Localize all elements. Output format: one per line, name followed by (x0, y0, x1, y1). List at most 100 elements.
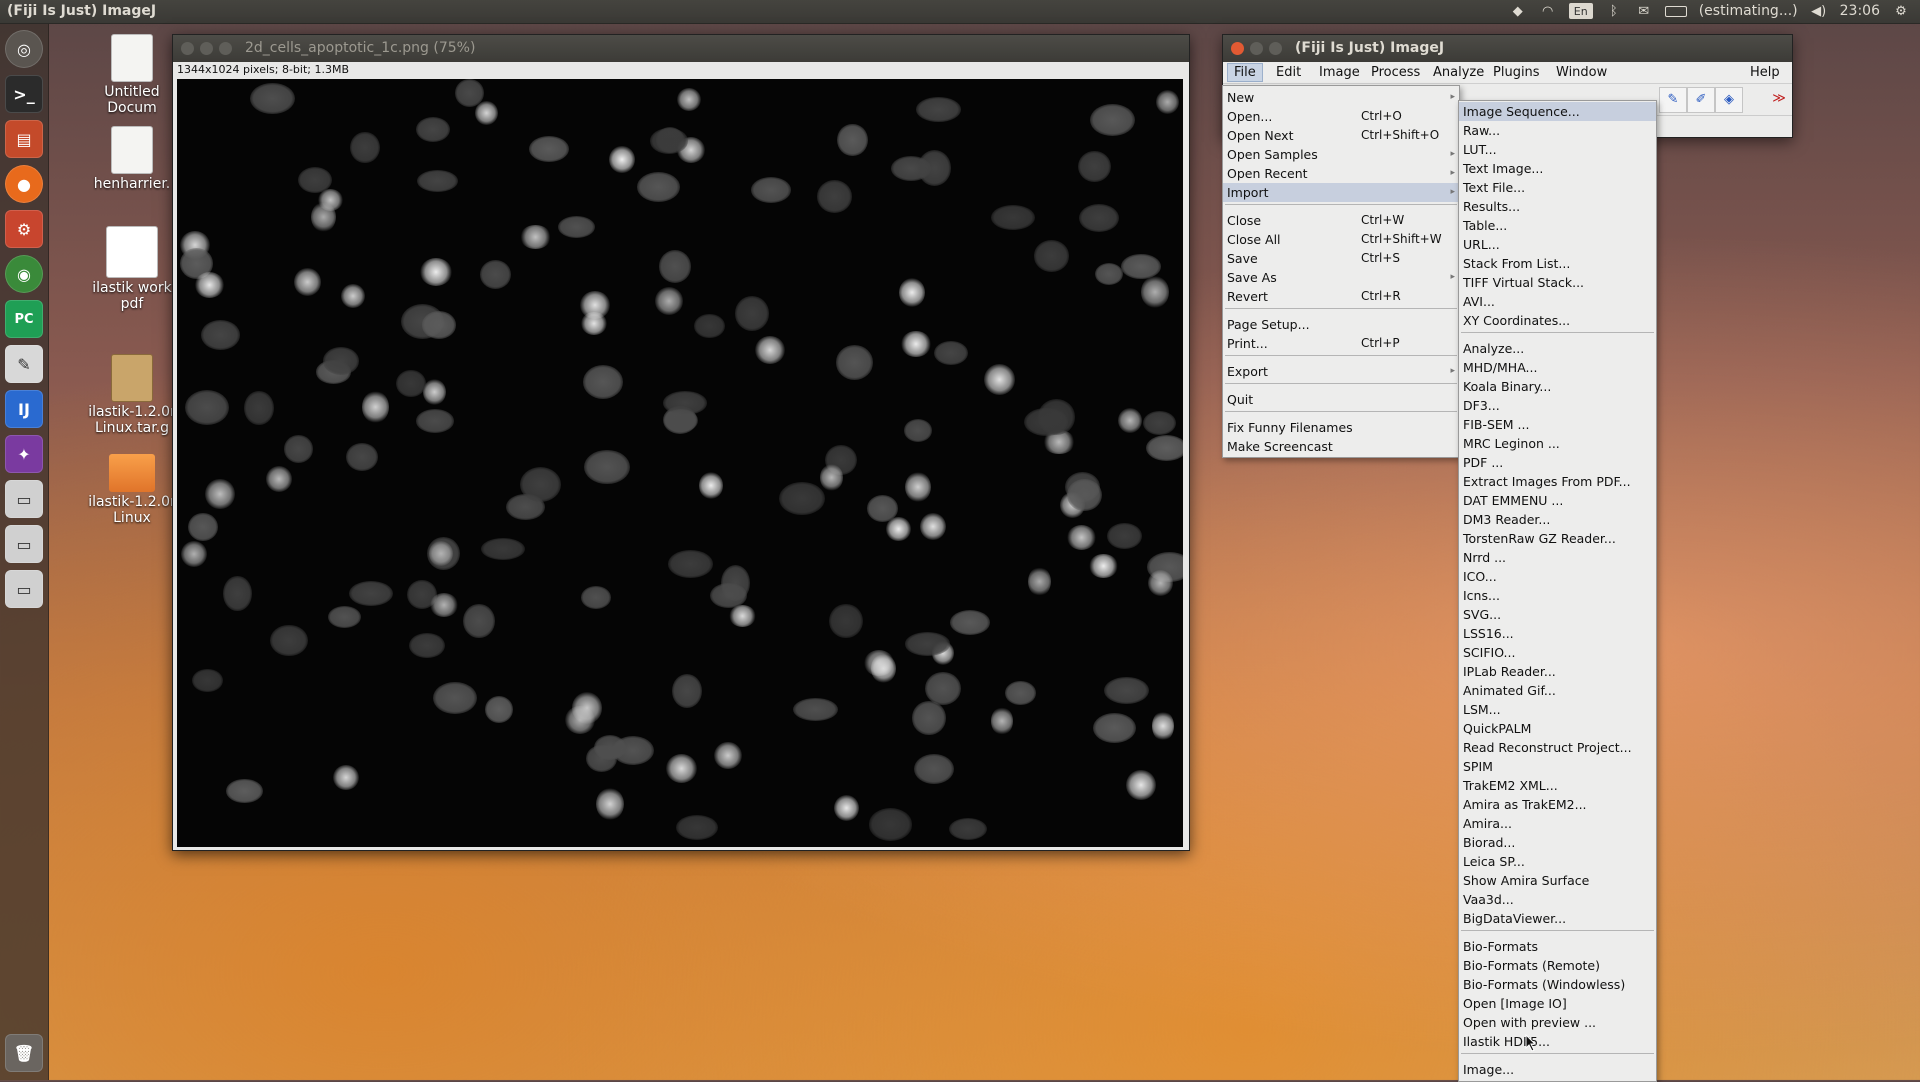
import-menu-item[interactable]: Text File... (1459, 178, 1656, 197)
import-menu-item[interactable]: DM3 Reader... (1459, 510, 1656, 529)
import-menu-item[interactable]: SPIM (1459, 757, 1656, 776)
mail-icon[interactable]: ✉ (1635, 3, 1653, 19)
trash-icon[interactable]: 🗑 (5, 1034, 43, 1072)
import-menu-item[interactable]: Ilastik HDF5... (1459, 1032, 1656, 1051)
import-menu-item[interactable]: SCIFIO... (1459, 643, 1656, 662)
image-canvas[interactable] (177, 79, 1183, 847)
drive-icon[interactable]: ▭ (5, 480, 43, 518)
system-settings-icon[interactable]: ⚙ (5, 210, 43, 248)
bluetooth-icon[interactable]: ᛒ (1605, 3, 1623, 19)
import-menu-item[interactable]: Text Image... (1459, 159, 1656, 178)
terminal-icon[interactable]: >_ (5, 75, 43, 113)
file-menu-item[interactable]: Fix Funny Filenames (1223, 418, 1459, 437)
import-menu-item[interactable]: FIB-SEM ... (1459, 415, 1656, 434)
maximize-icon[interactable] (219, 42, 232, 55)
menu-file[interactable]: File (1227, 63, 1263, 82)
import-menu-item[interactable]: PDF ... (1459, 453, 1656, 472)
dropbox-icon[interactable]: ◆ (1509, 3, 1527, 19)
battery-status[interactable]: (estimating...) (1699, 3, 1798, 19)
drive-icon[interactable]: ▭ (5, 525, 43, 563)
menu-window[interactable]: Window (1550, 65, 1613, 80)
menu-analyze[interactable]: Analyze (1427, 65, 1490, 80)
import-menu-item[interactable]: LSM... (1459, 700, 1656, 719)
globe-icon[interactable]: ◉ (5, 255, 43, 293)
minimize-icon[interactable] (1250, 42, 1263, 55)
image-window[interactable]: 2d_cells_apoptotic_1c.png (75%) 1344x102… (172, 34, 1190, 851)
drive-icon[interactable]: ▭ (5, 570, 43, 608)
import-menu-item[interactable]: BigDataViewer... (1459, 909, 1656, 928)
wifi-icon[interactable]: ◠ (1539, 3, 1557, 19)
more-tools-icon[interactable]: ≫ (1766, 87, 1792, 111)
import-menu-item[interactable]: Leica SP... (1459, 852, 1656, 871)
import-menu-item[interactable]: SVG... (1459, 605, 1656, 624)
import-menu-item[interactable]: Read Reconstruct Project... (1459, 738, 1656, 757)
import-menu-item[interactable]: MRC Leginon ... (1459, 434, 1656, 453)
import-menu-item[interactable]: DF3... (1459, 396, 1656, 415)
import-menu-item[interactable]: Bio-Formats (Remote) (1459, 956, 1656, 975)
desktop-icon-ilastik-tar[interactable]: ilastik-1.2.0r Linux.tar.g (82, 354, 182, 436)
file-menu-item[interactable]: Export ▸ (1223, 362, 1459, 381)
image-window-titlebar[interactable]: 2d_cells_apoptotic_1c.png (75%) (173, 35, 1189, 62)
menu-process[interactable]: Process (1365, 65, 1426, 80)
file-menu-item[interactable]: Print... Ctrl+P (1223, 334, 1459, 353)
fiji-icon[interactable]: IJ (5, 390, 43, 428)
file-menu-item[interactable]: Revert Ctrl+R (1223, 287, 1459, 306)
import-menu-item[interactable]: Image Sequence... (1459, 102, 1656, 121)
import-menu-item[interactable]: Raw... (1459, 121, 1656, 140)
file-menu-item[interactable]: New ▸ (1223, 88, 1459, 107)
import-menu-item[interactable]: Bio-Formats (Windowless) (1459, 975, 1656, 994)
import-menu-item[interactable]: IPLab Reader... (1459, 662, 1656, 681)
pencil-icon[interactable]: ✎ (1659, 87, 1687, 113)
pycharm-icon[interactable]: PC (5, 300, 43, 338)
gear-icon[interactable]: ⚙ (1892, 3, 1910, 19)
import-menu-item[interactable]: Vaa3d... (1459, 890, 1656, 909)
import-menu-item[interactable]: Bio-Formats (1459, 937, 1656, 956)
ubuntu-dash-icon[interactable]: ◎ (5, 30, 43, 68)
file-menu-item[interactable]: Save Ctrl+S (1223, 249, 1459, 268)
brush-icon[interactable]: ✐ (1687, 87, 1715, 113)
import-menu-item[interactable]: Open with preview ... (1459, 1013, 1656, 1032)
menu-edit[interactable]: Edit (1270, 65, 1307, 80)
import-menu-item[interactable]: Icns... (1459, 586, 1656, 605)
menu-help[interactable]: Help (1744, 65, 1786, 80)
import-menu-item[interactable]: TrakEM2 XML... (1459, 776, 1656, 795)
import-menu-item[interactable]: QuickPALM (1459, 719, 1656, 738)
import-menu-item[interactable]: ICO... (1459, 567, 1656, 586)
file-menu-item[interactable]: Open Recent ▸ (1223, 164, 1459, 183)
clock[interactable]: 23:06 (1840, 3, 1880, 19)
minimize-icon[interactable] (200, 42, 213, 55)
menu-image[interactable]: Image (1313, 65, 1366, 80)
import-menu-item[interactable]: Results... (1459, 197, 1656, 216)
import-menu-item[interactable]: AVI... (1459, 292, 1656, 311)
desktop-icon-untitled-document[interactable]: Untitled Docum (82, 34, 182, 116)
import-menu-item[interactable]: LSS16... (1459, 624, 1656, 643)
file-menu-item[interactable]: Page Setup... (1223, 315, 1459, 334)
import-menu-item[interactable]: URL... (1459, 235, 1656, 254)
import-menu-item[interactable]: Koala Binary... (1459, 377, 1656, 396)
file-menu-item[interactable]: Open... Ctrl+O (1223, 107, 1459, 126)
file-menu-item[interactable]: Open Next Ctrl+Shift+O (1223, 126, 1459, 145)
volume-icon[interactable]: ◀) (1810, 3, 1828, 19)
import-menu-item[interactable]: Biorad... (1459, 833, 1656, 852)
text-editor-icon[interactable]: ✎ (5, 345, 43, 383)
import-menu-item[interactable]: Amira as TrakEM2... (1459, 795, 1656, 814)
import-menu-item[interactable]: TorstenRaw GZ Reader... (1459, 529, 1656, 548)
import-menu-item[interactable]: Extract Images From PDF... (1459, 472, 1656, 491)
file-menu-item[interactable]: Close All Ctrl+Shift+W (1223, 230, 1459, 249)
import-menu-item[interactable]: Animated Gif... (1459, 681, 1656, 700)
file-manager-icon[interactable]: ▤ (5, 120, 43, 158)
fiji-titlebar[interactable]: (Fiji Is Just) ImageJ (1223, 35, 1792, 62)
import-menu-item[interactable]: TIFF Virtual Stack... (1459, 273, 1656, 292)
import-menu-item[interactable]: Amira... (1459, 814, 1656, 833)
import-menu-item[interactable]: Image... (1459, 1060, 1656, 1079)
desktop-icon-ilastik-pdf[interactable]: ilastik work pdf (82, 226, 182, 312)
import-menu-item[interactable]: LUT... (1459, 140, 1656, 159)
file-menu-item[interactable]: Close Ctrl+W (1223, 211, 1459, 230)
close-icon[interactable] (1231, 42, 1244, 55)
import-menu-item[interactable]: Show Amira Surface (1459, 871, 1656, 890)
desktop-icon-henharrier[interactable]: henharrier. (82, 126, 182, 192)
file-menu-item[interactable]: Open Samples ▸ (1223, 145, 1459, 164)
import-menu-item[interactable]: XY Coordinates... (1459, 311, 1656, 330)
close-icon[interactable] (181, 42, 194, 55)
maximize-icon[interactable] (1269, 42, 1282, 55)
